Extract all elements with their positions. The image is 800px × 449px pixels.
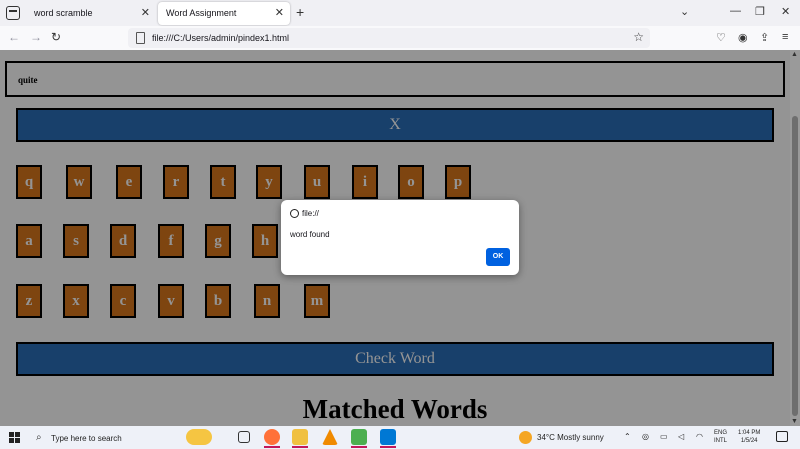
active-app-indicator	[351, 446, 367, 448]
menu-icon[interactable]: ≡	[782, 31, 788, 43]
file-icon	[136, 32, 145, 44]
keyboard-layout: INTL	[714, 438, 728, 444]
weather-text[interactable]: 34°C Mostly sunny	[537, 433, 604, 442]
clock-time: 1:04 PM	[738, 430, 761, 436]
globe-icon	[290, 209, 299, 218]
alert-dialog: file:// word found OK	[281, 200, 519, 275]
chevron-up-icon[interactable]: ⌃	[624, 432, 631, 441]
ok-button[interactable]: OK	[486, 248, 510, 266]
notification-icon[interactable]	[776, 431, 788, 442]
tab-strip: word scramble ✕ Word Assignment ✕ + ⌄ — …	[0, 0, 800, 26]
clock[interactable]: 1:04 PM 1/5/24	[738, 429, 760, 445]
taskbar-search[interactable]: ⌕ Type here to search	[30, 428, 180, 447]
widgets-icon[interactable]	[186, 429, 212, 445]
url-text[interactable]: file:///C:/Users/admin/pindex1.html	[152, 33, 289, 43]
close-icon[interactable]: ✕	[141, 6, 150, 19]
notepad-icon[interactable]	[351, 429, 367, 445]
weather-sun-icon[interactable]	[519, 431, 532, 444]
chevron-down-icon[interactable]: ⌄	[680, 5, 689, 18]
dialog-message: word found	[290, 230, 330, 239]
network-icon[interactable]: ◎	[642, 432, 649, 441]
active-app-indicator	[292, 446, 308, 448]
reload-icon[interactable]: ↻	[51, 30, 61, 44]
dialog-origin: file://	[302, 209, 319, 218]
language-code: ENG	[714, 430, 728, 436]
tab-list-icon[interactable]	[6, 6, 20, 20]
search-placeholder: Type here to search	[51, 434, 122, 443]
scroll-thumb[interactable]	[792, 116, 798, 416]
pocket-icon[interactable]: ♡	[716, 31, 726, 44]
close-icon[interactable]: ✕	[275, 6, 284, 19]
wifi-icon[interactable]: ◠	[696, 432, 703, 441]
battery-icon[interactable]: ▭	[660, 432, 668, 441]
tab-word-scramble[interactable]: word scramble ✕	[26, 2, 156, 25]
file-explorer-icon[interactable]	[292, 429, 308, 445]
back-icon[interactable]: ←	[8, 30, 20, 44]
volume-icon[interactable]: ◁	[678, 432, 684, 441]
language-indicator[interactable]: ENG INTL	[714, 429, 727, 445]
scroll-down-icon[interactable]: ▼	[791, 418, 798, 425]
account-icon[interactable]: ◉	[738, 31, 748, 44]
task-view-icon[interactable]	[238, 431, 250, 443]
vscode-icon[interactable]	[380, 429, 396, 445]
window-close-icon[interactable]: ✕	[781, 5, 790, 18]
restore-icon[interactable]: ❐	[755, 5, 765, 18]
firefox-icon[interactable]	[264, 429, 280, 445]
vlc-icon[interactable]	[322, 429, 338, 445]
page-scrollbar[interactable]: ▲ ▼	[790, 50, 800, 426]
extensions-icon[interactable]: ⇪	[760, 31, 769, 44]
url-bar[interactable]: file:///C:/Users/admin/pindex1.html ☆	[128, 28, 650, 48]
clock-date: 1/5/24	[740, 438, 758, 444]
tab-label: Word Assignment	[166, 8, 237, 18]
active-app-indicator	[264, 446, 280, 448]
forward-icon[interactable]: →	[30, 30, 42, 44]
tab-label: word scramble	[34, 8, 93, 18]
search-icon: ⌕	[36, 432, 42, 443]
bookmark-star-icon[interactable]: ☆	[633, 30, 644, 44]
taskbar: ⌕ Type here to search 34°C Mostly sunny …	[0, 426, 800, 449]
minimize-icon[interactable]: —	[730, 5, 741, 17]
scroll-up-icon[interactable]: ▲	[791, 51, 798, 58]
new-tab-button[interactable]: +	[296, 4, 304, 20]
tab-word-assignment[interactable]: Word Assignment ✕	[158, 2, 290, 25]
active-app-indicator	[380, 446, 396, 448]
nav-bar: ← → ↻ file:///C:/Users/admin/pindex1.htm…	[0, 26, 800, 50]
windows-start-icon[interactable]	[9, 432, 20, 443]
